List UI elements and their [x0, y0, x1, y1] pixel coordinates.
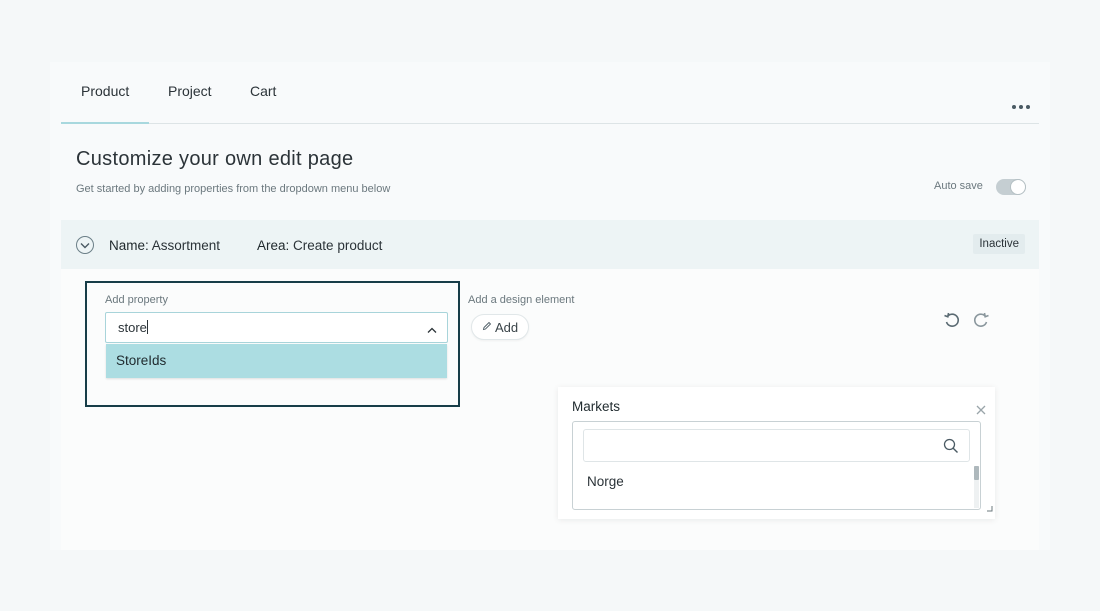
tab-project[interactable]: Project — [168, 83, 212, 99]
status-badge: Inactive — [973, 234, 1025, 254]
design-element-label: Add a design element — [468, 294, 575, 306]
dropdown-option[interactable]: StoreIds — [106, 344, 447, 378]
markets-list-box: Norge — [572, 421, 981, 510]
resize-handle-icon[interactable] — [987, 499, 993, 517]
redo-icon[interactable] — [972, 311, 990, 334]
tab-cart[interactable]: Cart — [250, 83, 276, 99]
section-name: Name: Assortment — [109, 238, 220, 253]
section-name-key: Name: — [109, 238, 149, 253]
text-caret — [146, 320, 148, 334]
close-icon[interactable] — [976, 402, 986, 420]
add-property-input[interactable]: store — [105, 312, 448, 343]
scrollbar-thumb[interactable] — [974, 466, 979, 480]
markets-search-input[interactable] — [583, 429, 970, 462]
market-list-item[interactable]: Norge — [587, 474, 624, 489]
autosave-toggle[interactable] — [996, 179, 1026, 195]
section-header: Name: Assortment Area: Create product In… — [61, 220, 1039, 269]
undo-icon[interactable] — [943, 311, 961, 334]
markets-title: Markets — [572, 399, 621, 414]
tab-product[interactable]: Product — [81, 83, 129, 99]
add-button-label: Add — [495, 320, 519, 335]
add-property-input-value: store — [118, 320, 147, 335]
search-icon[interactable] — [943, 438, 959, 459]
markets-scrollbar[interactable] — [974, 466, 979, 508]
active-tab-indicator — [61, 122, 149, 124]
editor-card: Product Project Cart Customize your own … — [50, 62, 1050, 550]
pencil-icon — [482, 319, 492, 334]
section-area-key: Area: — [257, 238, 290, 253]
page-title: Customize your own edit page — [76, 148, 354, 170]
add-property-label: Add property — [105, 294, 168, 306]
more-icon[interactable] — [1012, 100, 1034, 114]
add-design-element-button[interactable]: Add — [471, 314, 530, 340]
section-name-value: Assortment — [151, 238, 221, 253]
tab-bar: Product Project Cart — [61, 62, 1039, 124]
section-area-value: Create product — [293, 238, 383, 253]
toggle-knob — [1010, 179, 1026, 195]
chevron-down-icon[interactable] — [76, 236, 94, 254]
page-subtitle: Get started by adding properties from th… — [76, 183, 391, 195]
autosave-label: Auto save — [934, 180, 983, 192]
chevron-up-icon[interactable] — [427, 322, 437, 337]
markets-panel: Markets Norge — [558, 387, 995, 519]
section-area: Area: Create product — [257, 238, 382, 253]
